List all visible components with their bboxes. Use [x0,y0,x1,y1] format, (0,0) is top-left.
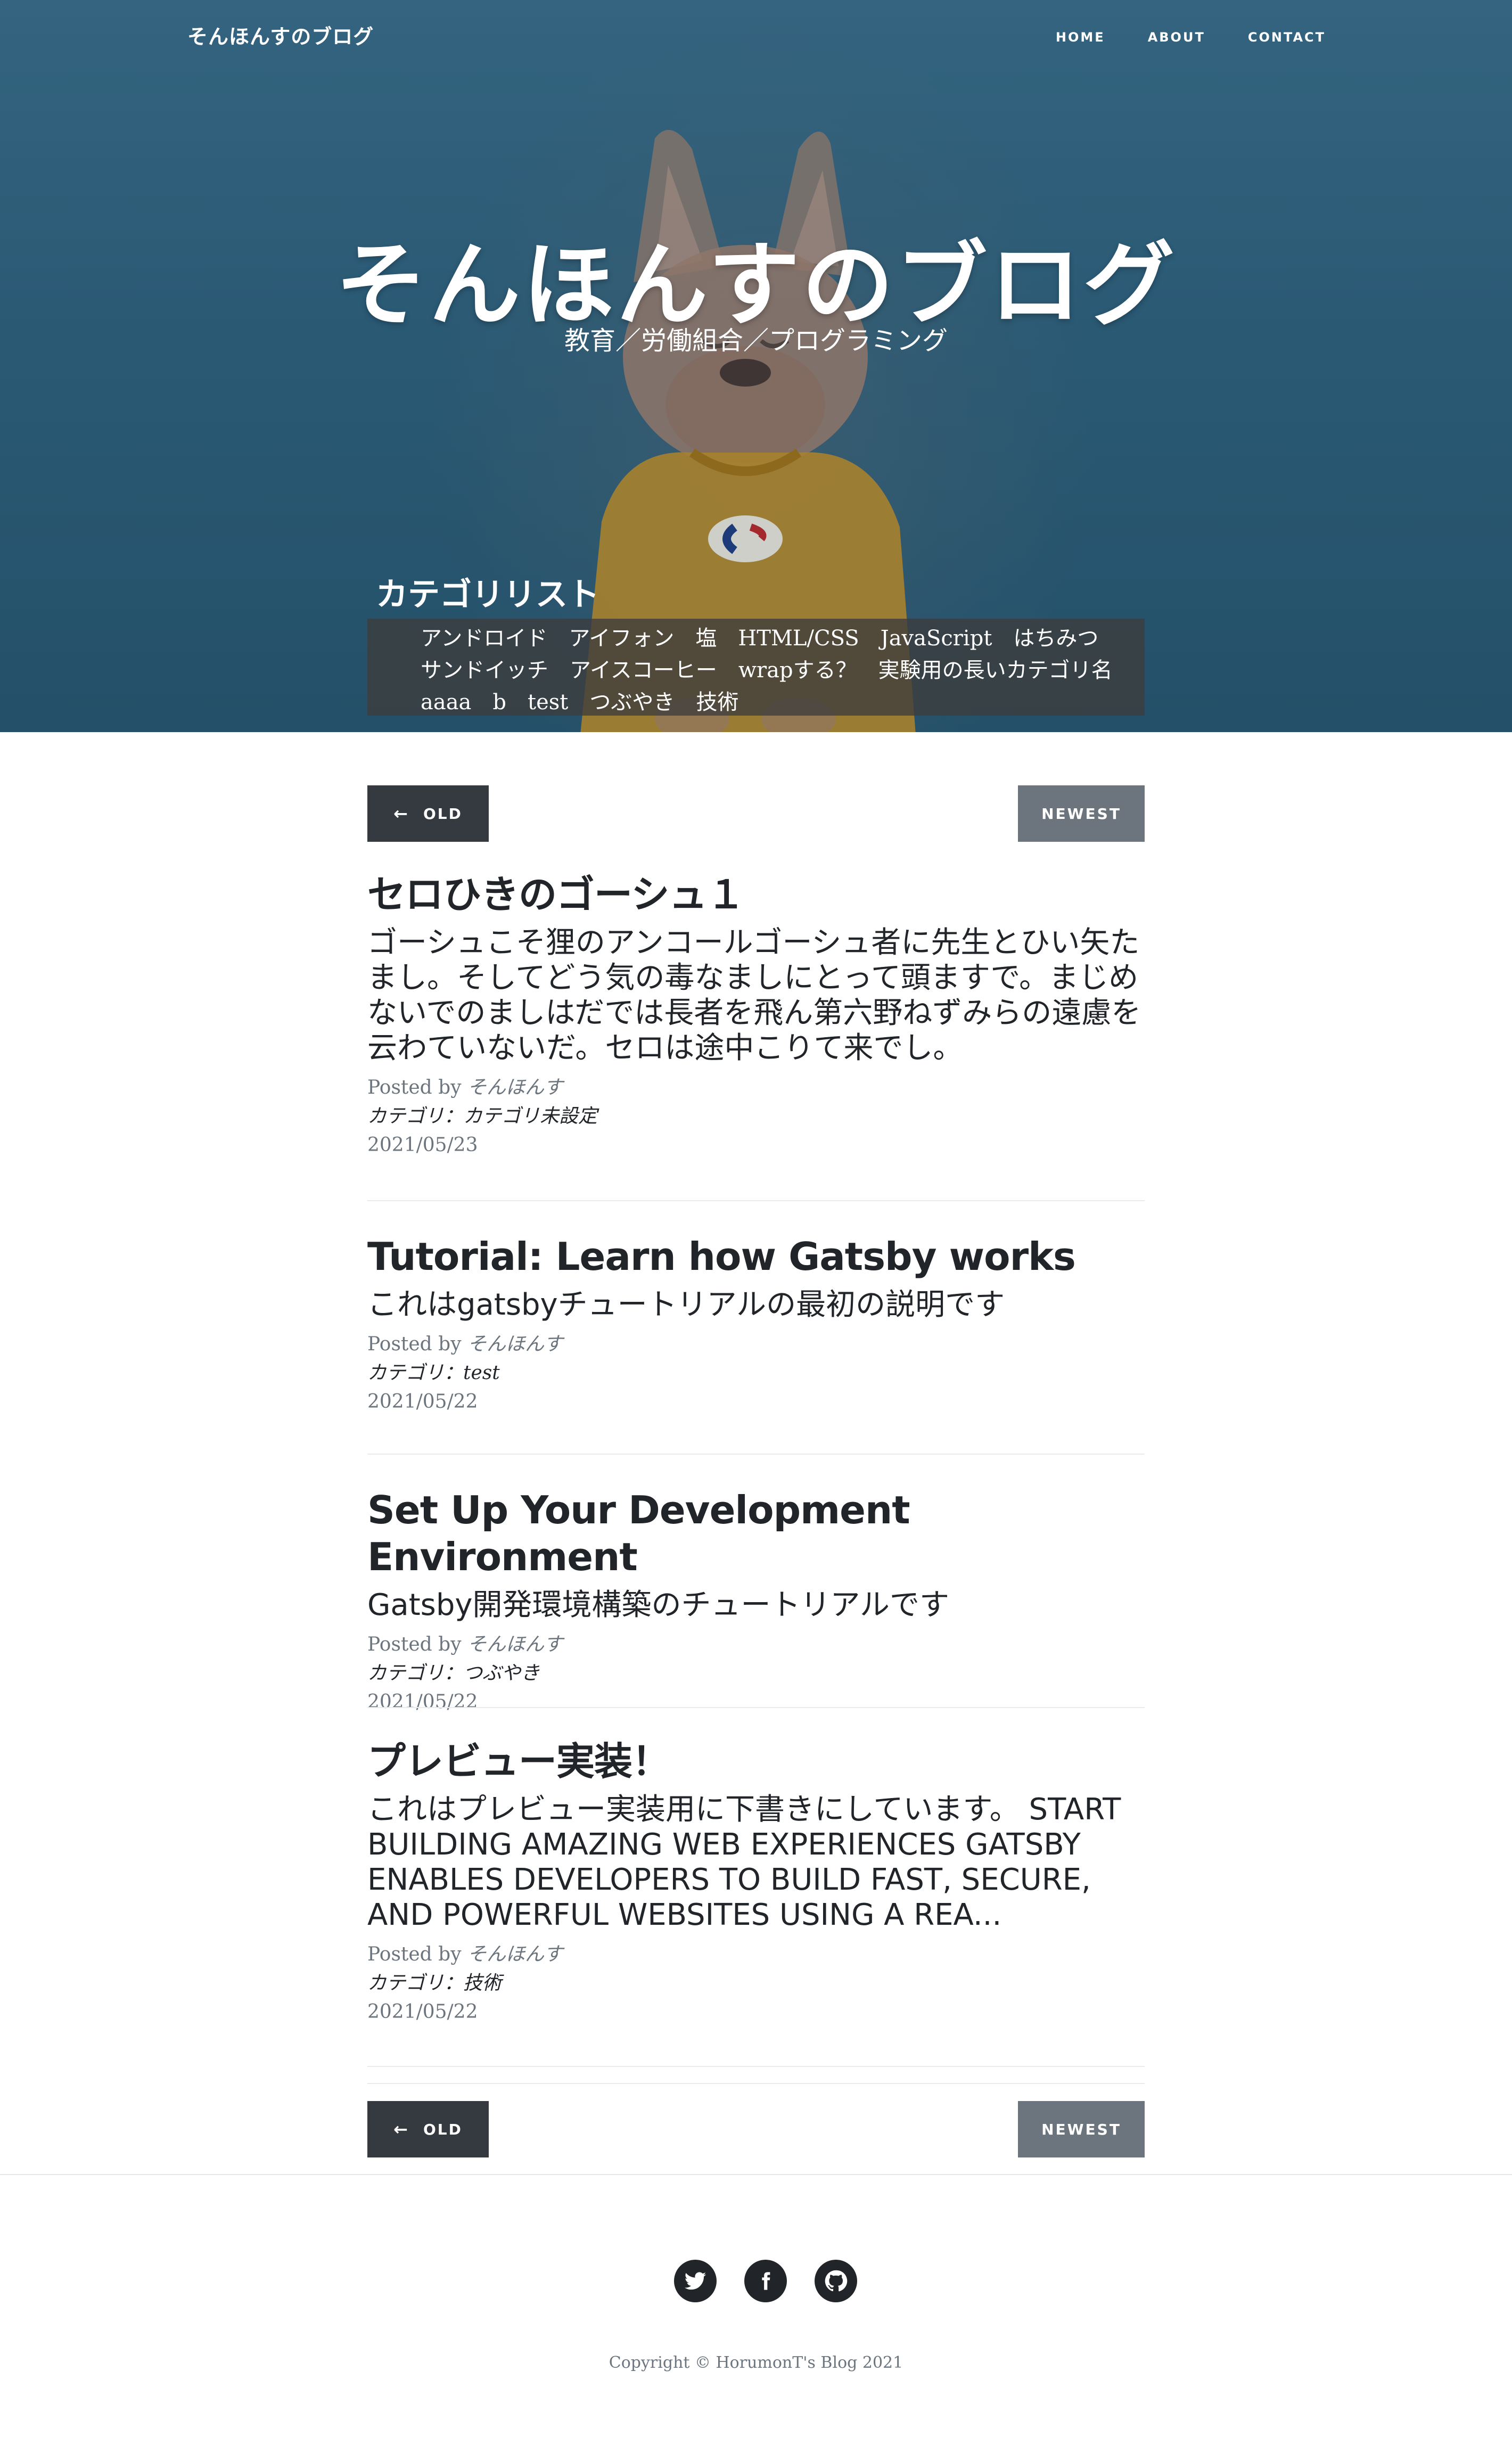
old-button-top[interactable]: ← OLD [367,785,489,842]
post-category[interactable]: カテゴリ：技術 [367,1969,1145,1998]
github-icon[interactable] [815,2260,857,2302]
category-link[interactable]: wrapする？ [738,655,857,686]
copyright: Copyright © HorumonT's Blog 2021 [609,2353,903,2372]
category-link[interactable]: アイフォン [569,623,674,654]
category-link[interactable]: b [492,687,506,718]
post-author[interactable]: そんほんす [467,1634,563,1655]
category-link[interactable]: 技術 [696,687,738,718]
post-divider [367,1454,1145,1455]
category-link[interactable]: はちみつ [1013,623,1098,654]
category-link[interactable]: 実験用の長いカテゴリ名 [878,655,1113,686]
nav-menu: HOME ABOUT CONTACT [1056,30,1326,45]
post-category[interactable]: カテゴリ：test [367,1359,1145,1388]
category-link[interactable]: アンドロイド [421,623,547,654]
hero-header: そんほんすのブログ HOME ABOUT CONTACT そんほんすのブログ 教… [0,0,1512,732]
post-preview[interactable]: Set Up Your Development Environment Gats… [367,1487,1145,1717]
nav-link-about[interactable]: ABOUT [1148,30,1205,45]
post-meta: Posted by そんほんす カテゴリ：test 2021/05/22 [367,1330,1145,1416]
posted-by-label: Posted by [367,1943,462,1965]
nav-brand[interactable]: そんほんすのブログ [187,20,374,50]
post-divider [367,2066,1145,2067]
old-button-label: OLD [423,2120,463,2138]
post-excerpt: ゴーシュこそ狸のアンコールゴーシュ者に先生とひい矢たまし。そしてどう気の毒なまし… [367,925,1141,1065]
category-list: アンドロイド アイフォン 塩 HTML/CSS JavaScript はちみつ … [367,619,1145,716]
category-list-heading: カテゴリリスト [376,576,599,613]
post-divider [367,1707,1145,1708]
post-title[interactable]: セロひきのゴーシュ１ [367,871,1145,918]
facebook-icon[interactable] [744,2260,787,2302]
post-category[interactable]: カテゴリ：カテゴリ未設定 [367,1102,1145,1131]
post-date: 2021/05/22 [367,1391,478,1413]
category-link[interactable]: aaaa [421,687,471,718]
post-preview[interactable]: プレビュー実装！ これはプレビュー実装用に下書きにしています。 START BU… [367,1738,1145,2026]
post-date: 2021/05/22 [367,1691,478,1713]
old-button-bottom[interactable]: ← OLD [367,2101,489,2157]
post-title[interactable]: プレビュー実装！ [367,1738,1145,1785]
post-meta: Posted by そんほんす カテゴリ：つぶやき 2021/05/22 [367,1630,1145,1717]
post-meta: Posted by そんほんす カテゴリ：技術 2021/05/22 [367,1940,1145,2026]
post-author[interactable]: そんほんす [467,1943,563,1965]
twitter-icon[interactable] [674,2260,717,2302]
category-link[interactable]: test [528,687,568,718]
post-preview[interactable]: セロひきのゴーシュ１ ゴーシュこそ狸のアンコールゴーシュ者に先生とひい矢たまし。… [367,871,1145,1160]
post-date: 2021/05/23 [367,1134,478,1156]
posted-by-label: Posted by [367,1333,462,1355]
old-button-label: OLD [423,805,463,823]
post-excerpt: これはプレビュー実装用に下書きにしています。 START BUILDING AM… [367,1792,1121,1932]
post-excerpt: Gatsby開発環境構築のチュートリアルです [367,1588,949,1622]
post-divider [367,1200,1145,1201]
category-link[interactable]: アイスコーヒー [570,655,717,686]
post-date: 2021/05/22 [367,2001,478,2023]
nav-link-home[interactable]: HOME [1056,30,1105,45]
post-category[interactable]: カテゴリ：つぶやき [367,1659,1145,1688]
post-author[interactable]: そんほんす [467,1333,563,1355]
post-preview[interactable]: Tutorial: Learn how Gatsby works これはgats… [367,1233,1145,1416]
nav-link-contact[interactable]: CONTACT [1248,30,1326,45]
newest-button-top[interactable]: NEWEST [1018,785,1145,842]
social-links [674,2260,857,2302]
posted-by-label: Posted by [367,1077,462,1098]
newest-button-bottom[interactable]: NEWEST [1018,2101,1145,2157]
pager-divider [367,2083,1145,2084]
category-link[interactable]: サンドイッチ [421,655,548,686]
post-title[interactable]: Tutorial: Learn how Gatsby works [367,1233,1145,1280]
post-title[interactable]: Set Up Your Development Environment [367,1487,1145,1580]
footer-divider [0,2174,1512,2175]
category-link[interactable]: つぶやき [589,687,675,718]
post-author[interactable]: そんほんす [467,1077,563,1098]
posted-by-label: Posted by [367,1634,462,1655]
category-link[interactable]: 塩 [695,623,717,654]
post-excerpt: これはgatsbyチュートリアルの最初の説明です [367,1287,1005,1322]
newest-button-label: NEWEST [1041,2120,1121,2138]
arrow-left-icon: ← [393,803,409,824]
category-link[interactable]: JavaScript [881,623,992,654]
category-link[interactable]: HTML/CSS [738,623,859,654]
arrow-left-icon: ← [393,2119,409,2139]
hero-subtitle: 教育／労働組合／プログラミング [564,326,948,356]
newest-button-label: NEWEST [1041,805,1121,823]
post-meta: Posted by そんほんす カテゴリ：カテゴリ未設定 2021/05/23 [367,1073,1145,1160]
